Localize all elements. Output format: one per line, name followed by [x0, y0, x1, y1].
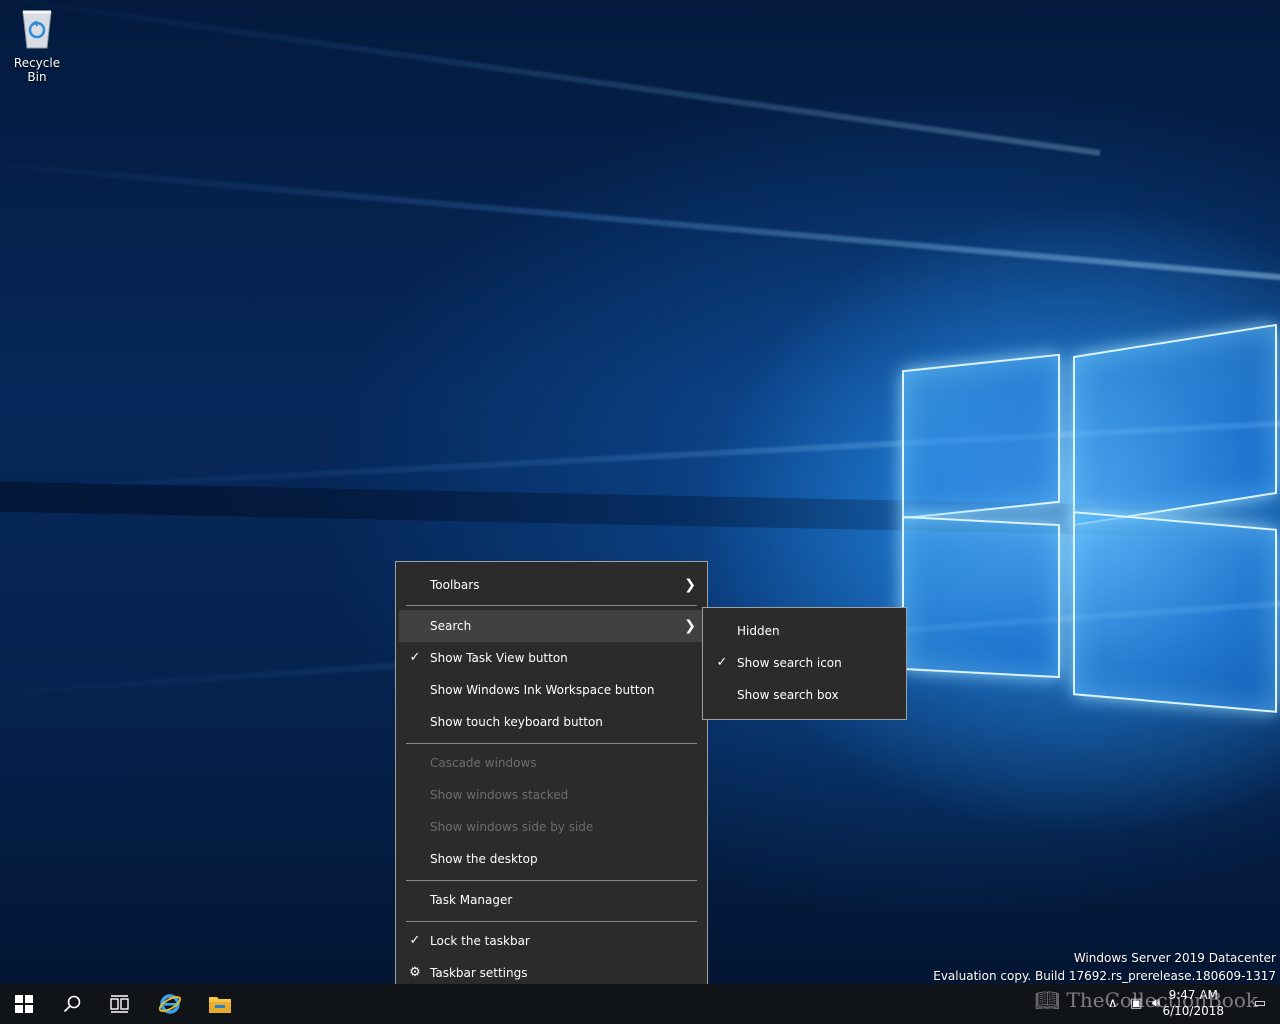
menu-item-label: Show search icon [737, 656, 842, 670]
menu-item-show-the-desktop[interactable]: Show the desktop [399, 843, 704, 875]
menu-item-show-windows-stacked: Show windows stacked [399, 779, 704, 811]
menu-item-lock-the-taskbar[interactable]: ✓ Lock the taskbar [399, 925, 704, 957]
internet-explorer-button[interactable] [146, 984, 194, 1024]
search-icon [63, 995, 81, 1013]
menu-item-label: Lock the taskbar [430, 934, 530, 948]
menu-separator [406, 605, 697, 606]
menu-item-label: Show touch keyboard button [430, 715, 603, 729]
task-view-button[interactable] [96, 984, 144, 1024]
menu-item-label: Task Manager [430, 893, 513, 907]
file-explorer-button[interactable] [196, 984, 244, 1024]
menu-item-label: Cascade windows [430, 756, 537, 770]
watermark-logo: 📖︎ TheCollectionBook [1035, 988, 1258, 1012]
menu-item-label: Show the desktop [430, 852, 538, 866]
logo-pane-bottom-left [902, 515, 1060, 679]
submenu-item-show-search-icon[interactable]: ✓ Show search icon [706, 647, 903, 679]
menu-item-show-touch-keyboard-button[interactable]: Show touch keyboard button [399, 706, 704, 738]
taskbar-context-menu: Toolbars ❯ Search ❯ ✓ Show Task View but… [395, 561, 708, 998]
logo-text: TheCollectionBook [1066, 988, 1258, 1012]
menu-separator [406, 880, 697, 881]
logo-pane-top-left [902, 353, 1060, 520]
menu-item-label: Toolbars [430, 578, 480, 592]
menu-item-label: Show windows stacked [430, 788, 569, 802]
logo-pane-bottom-right [1073, 511, 1277, 713]
desktop-icon-recycle-bin[interactable]: Recycle Bin [4, 6, 70, 84]
recycle-bin-label: Recycle Bin [13, 56, 61, 84]
windows-watermark: Windows Server 2019 Datacenter Evaluatio… [933, 949, 1276, 984]
search-button[interactable] [48, 984, 96, 1024]
checkmark-icon: ✓ [716, 655, 728, 670]
submenu-item-show-search-box[interactable]: Show search box [706, 679, 903, 711]
recycle-bin-icon [20, 6, 54, 50]
internet-explorer-icon [158, 994, 182, 1014]
menu-item-show-task-view-button[interactable]: ✓ Show Task View button [399, 642, 704, 674]
watermark-build: Evaluation copy. Build 17692.rs_prerelea… [933, 969, 1276, 983]
chevron-right-icon: ❯ [684, 618, 696, 634]
book-icon: 📖︎ [1034, 988, 1061, 1012]
search-submenu: Hidden ✓ Show search icon Show search bo… [702, 607, 907, 720]
file-explorer-icon [209, 997, 231, 1013]
menu-item-cascade-windows: Cascade windows [399, 747, 704, 779]
checkmark-icon: ✓ [409, 650, 421, 665]
menu-item-label: Taskbar settings [430, 966, 528, 980]
menu-item-toolbars[interactable]: Toolbars ❯ [399, 569, 704, 601]
menu-item-label: Show windows side by side [430, 820, 594, 834]
watermark-edition: Windows Server 2019 Datacenter [1073, 951, 1276, 965]
light-beam [0, 0, 1101, 156]
menu-item-label: Search [430, 619, 472, 633]
light-beam [0, 159, 1280, 281]
menu-item-label: Show Windows Ink Workspace button [430, 683, 655, 697]
menu-item-task-manager[interactable]: Task Manager [399, 884, 704, 916]
task-view-icon [110, 995, 129, 1013]
start-icon [15, 995, 33, 1013]
menu-item-show-ink-workspace-button[interactable]: Show Windows Ink Workspace button [399, 674, 704, 706]
menu-item-label: Hidden [737, 624, 780, 638]
menu-item-label: Show Task View button [430, 651, 568, 665]
checkmark-icon: ✓ [409, 933, 421, 948]
menu-separator [406, 921, 697, 922]
menu-item-show-windows-side-by-side: Show windows side by side [399, 811, 704, 843]
submenu-item-hidden[interactable]: Hidden [706, 615, 903, 647]
menu-item-search[interactable]: Search ❯ [399, 610, 704, 642]
logo-pane-top-right [1073, 323, 1277, 527]
chevron-right-icon: ❯ [684, 577, 696, 593]
menu-separator [406, 743, 697, 744]
menu-item-label: Show search box [737, 688, 839, 702]
start-button[interactable] [0, 984, 48, 1024]
